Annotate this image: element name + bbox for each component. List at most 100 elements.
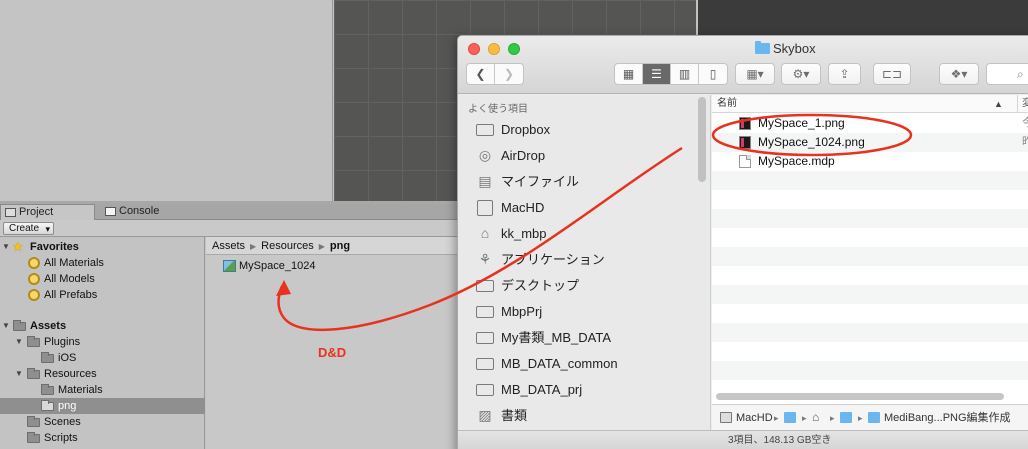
window-title: Skybox: [755, 41, 816, 57]
unity-hierarchy-panel: [0, 0, 333, 201]
sidebar-item-airdrop[interactable]: ◎ AirDrop: [458, 143, 711, 169]
drag-and-drop-label: D&D: [318, 345, 347, 360]
tree-item-all-prefabs[interactable]: All Prefabs: [0, 287, 205, 303]
horizontal-scrollbar[interactable]: [716, 393, 1004, 400]
arrange-button[interactable]: ▦▾: [735, 63, 775, 85]
folder-icon: [755, 41, 770, 54]
expand-arrow-icon[interactable]: ▼: [1, 318, 11, 334]
folder-icon: [27, 416, 40, 427]
create-button[interactable]: Create: [3, 222, 55, 235]
column-header: 名前 ▲ 変: [712, 95, 1028, 113]
sidebar-item-mb-data-common[interactable]: MB_DATA_common: [458, 351, 711, 377]
view-mode-control: ▦ ☰ ▥ ▯: [614, 63, 728, 85]
expand-arrow-icon[interactable]: ▼: [1, 239, 11, 255]
sidebar-section-header: よく使う項目: [468, 104, 528, 115]
drive-icon: [720, 412, 732, 423]
tab-console[interactable]: Console: [101, 204, 181, 220]
sidebar-item-documents[interactable]: ▨ 書類: [458, 403, 711, 429]
tree-item-materials[interactable]: Materials: [0, 382, 205, 398]
sidebar-item-applications[interactable]: ⚘ アプリケーション: [458, 247, 711, 273]
home-icon[interactable]: ⌂: [812, 411, 824, 423]
file-row[interactable]: MySpace_1024.png 昨: [712, 133, 1028, 152]
sidebar-item-mb-data-prj[interactable]: MB_DATA_prj: [458, 377, 711, 403]
path-item[interactable]: MediBang...PNG編集作成: [884, 405, 1011, 431]
expand-arrow-icon[interactable]: ▼: [14, 334, 24, 350]
project-tree: ▼ ★ Favorites All Materials All Models A…: [0, 237, 205, 449]
cover-flow-button[interactable]: ▯: [699, 64, 727, 84]
folder-icon: [41, 400, 54, 411]
folder-icon: [27, 336, 40, 347]
file-row[interactable]: MySpace.mdp: [712, 152, 1028, 171]
chevron-right-icon: ▶: [250, 242, 257, 251]
search-input[interactable]: ⌕: [986, 63, 1028, 85]
tree-item-scripts[interactable]: Scripts: [0, 430, 205, 446]
sidebar-item-mbpprj[interactable]: MbpPrj: [458, 299, 711, 325]
folder-icon: [476, 384, 494, 396]
documents-icon: ▨: [478, 407, 492, 423]
tree-item-assets[interactable]: ▼ Assets: [0, 318, 205, 334]
search-icon: [28, 273, 40, 285]
file-date: 昨: [1022, 133, 1028, 152]
folder-icon[interactable]: [784, 412, 796, 423]
chevron-right-icon: ▸: [858, 413, 863, 423]
breadcrumb: Assets ▶ Resources ▶ png: [206, 237, 458, 255]
folder-icon: [476, 358, 494, 370]
list-view-button[interactable]: ☰: [643, 64, 671, 84]
tree-item-plugins[interactable]: ▼ Plugins: [0, 334, 205, 350]
finder-titlebar[interactable]: Skybox ❮ ❯ ▦ ☰ ▥ ▯ ▦▾ ⚙▾ ⇪ ⊏⊐ ❖▾ ⌕: [458, 36, 1028, 94]
sidebar-item-machd[interactable]: MacHD: [458, 195, 711, 221]
sidebar-item-my-documents-mb-data[interactable]: My書類_MB_DATA: [458, 325, 711, 351]
file-name: MySpace.mdp: [758, 154, 835, 168]
column-view-button[interactable]: ▥: [671, 64, 699, 84]
finder-window[interactable]: Skybox ❮ ❯ ▦ ☰ ▥ ▯ ▦▾ ⚙▾ ⇪ ⊏⊐ ❖▾ ⌕ よく使う項…: [457, 35, 1028, 449]
folder-icon[interactable]: [840, 412, 852, 423]
folder-icon: [868, 412, 880, 423]
close-button[interactable]: [468, 43, 480, 55]
tree-item-resources[interactable]: ▼ Resources: [0, 366, 205, 382]
path-item[interactable]: MacHD: [736, 405, 773, 431]
breadcrumb-item[interactable]: Resources: [261, 240, 314, 252]
folder-icon: [27, 432, 40, 443]
tab-project[interactable]: Project: [0, 204, 95, 220]
tree-item-scenes[interactable]: Scenes: [0, 414, 205, 430]
sidebar-item-my-files[interactable]: ▤ マイファイル: [458, 169, 711, 195]
file-rows: MySpace_1.png 今 MySpace_1024.png 昨 MySpa…: [712, 114, 1028, 384]
tab-console-label: Console: [119, 205, 160, 217]
search-icon: [28, 289, 40, 301]
airdrop-icon: ◎: [478, 147, 492, 163]
tree-item-favorites[interactable]: ▼ ★ Favorites: [0, 239, 205, 255]
column-date-header[interactable]: 変: [1017, 95, 1028, 113]
sidebar-item-kk-mbp[interactable]: ⌂ kk_mbp: [458, 221, 711, 247]
tree-item-all-materials[interactable]: All Materials: [0, 255, 205, 271]
tree-item-all-models[interactable]: All Models: [0, 271, 205, 287]
project-asset-area[interactable]: Assets ▶ Resources ▶ png MySpace_1024: [206, 237, 458, 449]
tag-button[interactable]: ⊏⊐: [873, 63, 911, 85]
forward-button[interactable]: ❯: [495, 64, 523, 84]
dropbox-button[interactable]: ❖▾: [939, 63, 979, 85]
chevron-right-icon: ▸: [774, 413, 779, 423]
all-files-icon: ▤: [478, 173, 492, 189]
expand-arrow-icon[interactable]: ▼: [14, 366, 24, 382]
share-button[interactable]: ⇪: [828, 63, 861, 85]
file-list[interactable]: 名前 ▲ 変 MySpace_1.png 今 MySpace_1024.png …: [712, 95, 1028, 445]
tree-item-png[interactable]: png: [0, 398, 205, 414]
action-button[interactable]: ⚙▾: [781, 63, 821, 85]
file-row[interactable]: MySpace_1.png 今: [712, 114, 1028, 133]
asset-item[interactable]: MySpace_1024: [223, 259, 315, 273]
back-button[interactable]: ❮: [467, 64, 495, 84]
breadcrumb-item[interactable]: png: [330, 240, 350, 252]
tree-item-ios[interactable]: iOS: [0, 350, 205, 366]
minimize-button[interactable]: [488, 43, 500, 55]
sidebar-item-desktop[interactable]: デスクトップ: [458, 273, 711, 299]
asset-label: MySpace_1024: [239, 260, 316, 272]
column-name-header[interactable]: 名前: [717, 95, 737, 113]
sidebar-item-dropbox[interactable]: Dropbox: [458, 117, 711, 143]
folder-icon: [13, 320, 26, 331]
breadcrumb-item[interactable]: Assets: [212, 240, 245, 252]
folder-icon: [476, 306, 494, 318]
zoom-button[interactable]: [508, 43, 520, 55]
tab-project-label: Project: [19, 206, 54, 218]
home-icon: ⌂: [480, 225, 490, 241]
folder-icon: [476, 332, 494, 344]
icon-view-button[interactable]: ▦: [615, 64, 643, 84]
